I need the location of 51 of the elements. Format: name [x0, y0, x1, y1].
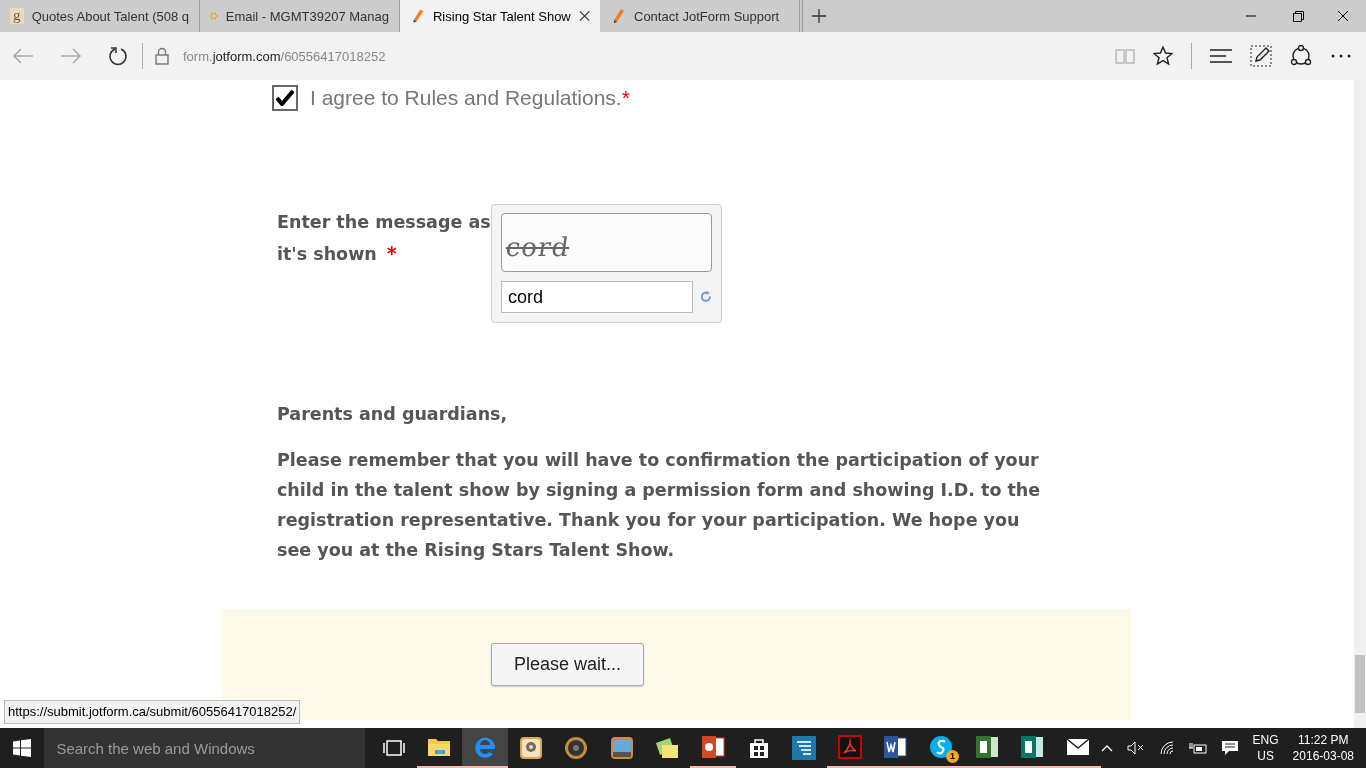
clock-time[interactable]: 11:22 PM: [1292, 732, 1354, 748]
mail-icon[interactable]: [1065, 738, 1090, 756]
sheet-icon[interactable]: [974, 735, 999, 759]
refresh-icon[interactable]: [108, 46, 128, 66]
language-text[interactable]: ENG: [1252, 732, 1279, 748]
clock-date[interactable]: 2016-03-08: [1292, 748, 1354, 764]
notification-badge: 1: [946, 750, 959, 763]
new-tab-icon[interactable]: [812, 9, 826, 23]
star-icon[interactable]: [1153, 46, 1173, 66]
document-box-icon[interactable]: [609, 736, 634, 760]
checkbox-label: I agree to Rules and Regulations.*: [310, 86, 630, 110]
muted-speaker-icon[interactable]: [1126, 741, 1145, 755]
scrollbar-thumb[interactable]: [1355, 655, 1365, 713]
sticky-notes-icon[interactable]: [654, 737, 681, 759]
more-icon[interactable]: [1330, 53, 1352, 59]
captcha-input[interactable]: cord: [501, 281, 693, 313]
wifi-icon[interactable]: [1158, 741, 1175, 755]
lock-icon: [155, 47, 169, 65]
chevron-up-icon[interactable]: [1100, 744, 1113, 752]
region-text[interactable]: US: [1252, 748, 1279, 764]
windows-icon[interactable]: [13, 739, 32, 757]
browser-icon[interactable]: [473, 735, 498, 759]
share-icon[interactable]: [1290, 45, 1312, 67]
battery-icon[interactable]: [1188, 742, 1207, 754]
menu-lines-icon[interactable]: [1210, 49, 1232, 63]
notification-icon[interactable]: [1220, 740, 1239, 756]
projector-icon[interactable]: [518, 736, 543, 760]
address-field[interactable]: form.jotform.com/60556417018252: [183, 48, 386, 64]
store-icon[interactable]: [747, 737, 770, 759]
captcha-label: Enter the message as it's shown *: [277, 211, 491, 266]
presentation-icon[interactable]: [701, 735, 726, 759]
notice-heading: Parents and guardians,: [277, 404, 509, 424]
favicon-letter: g: [10, 8, 24, 24]
notice-text: Please remember that you will have to confirmation the participation of your child in the talent show by signing a permission form and showing I.D. to the registration representative. Thank you for your participation. We hope you see you at the Rising Stars Talent Show.: [277, 449, 1042, 562]
search-field[interactable]: Search the web and Windows: [44, 728, 366, 768]
page-layout-icon[interactable]: [1020, 735, 1045, 759]
status-url: https://submit.jotform.ca/submit/60556417018252/: [4, 700, 301, 724]
folder-icon[interactable]: [427, 737, 452, 757]
pen-note-icon[interactable]: [1250, 45, 1272, 67]
task-view-icon[interactable]: [382, 740, 405, 756]
browser-tab[interactable]: Rising Star Talent Show: [400, 0, 600, 32]
checkbox[interactable]: [272, 85, 298, 111]
close-icon[interactable]: [578, 10, 590, 22]
submit-button[interactable]: Please wait...: [491, 643, 644, 686]
word-processor-icon[interactable]: [883, 735, 908, 759]
taskbar-button[interactable]: 1: [918, 728, 964, 768]
pdf-icon[interactable]: [837, 735, 862, 759]
speaker-icon[interactable]: [564, 736, 589, 760]
chat-icon[interactable]: [929, 735, 953, 759]
captcha-image: cord: [501, 213, 712, 272]
stripes-app-icon[interactable]: [792, 736, 817, 760]
